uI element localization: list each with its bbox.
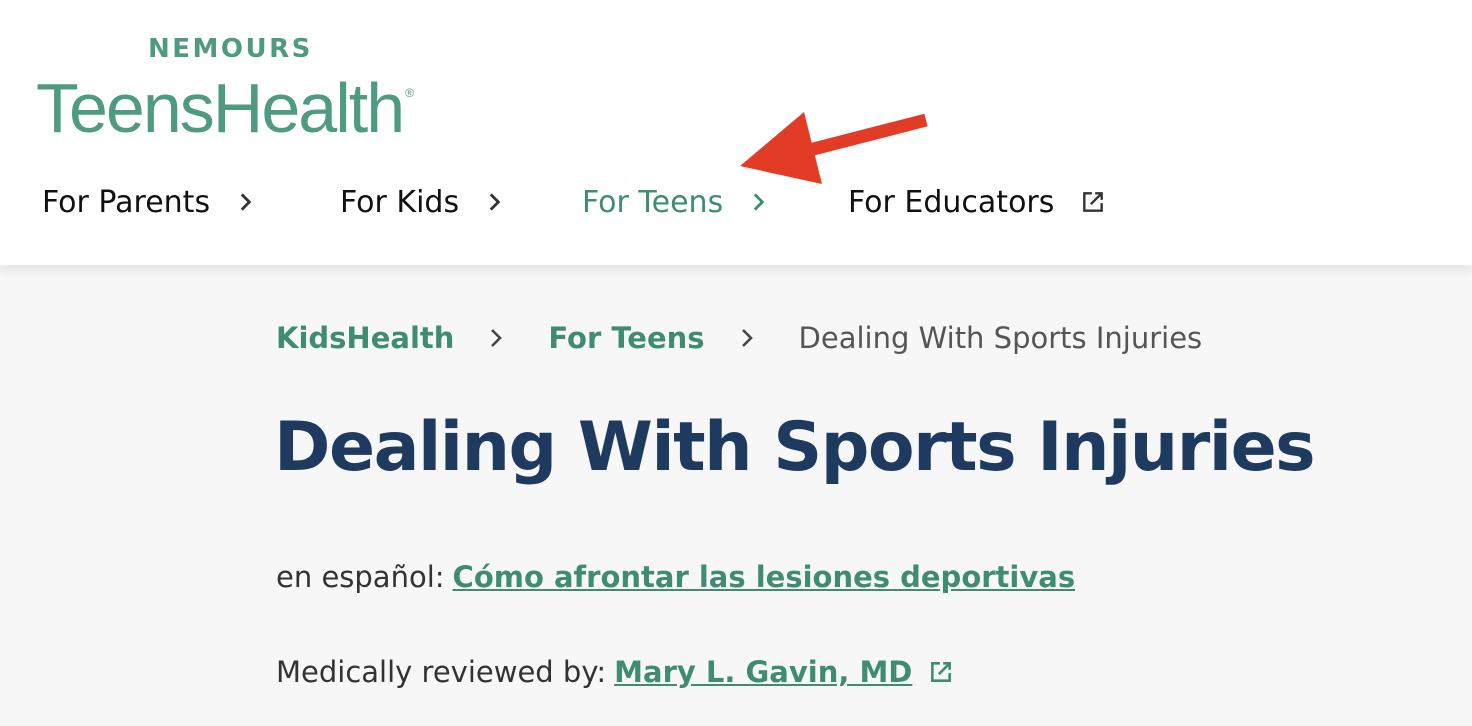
registered-mark: ® (405, 86, 414, 100)
breadcrumb: KidsHealth For Teens Dealing With Sports… (276, 318, 1202, 358)
breadcrumb-current: Dealing With Sports Injuries (798, 321, 1203, 355)
nav-for-teens[interactable]: For Teens (582, 182, 771, 222)
chevron-right-icon (741, 329, 753, 347)
nav-for-kids[interactable]: For Kids (340, 182, 507, 222)
reviewer-link[interactable]: Mary L. Gavin, MD (614, 655, 912, 689)
reviewed-prefix: Medically reviewed by: (276, 655, 607, 689)
spanish-prefix: en español: (276, 560, 445, 594)
nav-label: For Parents (42, 184, 211, 220)
chevron-right-icon (489, 193, 501, 211)
breadcrumb-for-teens[interactable]: For Teens (548, 321, 704, 355)
chevron-right-icon (240, 193, 252, 211)
site-header: NEMOURS TeensHealth ® For Parents For Kid… (0, 0, 1472, 265)
nav-label: For Educators (848, 184, 1055, 220)
page-title: Dealing With Sports Injuries (274, 408, 1316, 487)
spanish-version-line: en español: Cómo afrontar las lesiones d… (276, 557, 1075, 597)
red-arrow-annotation (740, 112, 928, 184)
chevron-right-icon (491, 329, 503, 347)
teenshealth-logo[interactable]: TeensHealth ® (36, 68, 414, 148)
teenshealth-logo-text: TeensHealth (36, 69, 405, 147)
nav-label: For Kids (340, 184, 460, 220)
nav-label: For Teens (582, 184, 724, 220)
chevron-right-icon (753, 193, 765, 211)
nav-for-parents[interactable]: For Parents (42, 182, 258, 222)
spanish-version-link[interactable]: Cómo afrontar las lesiones deportivas (453, 560, 1076, 594)
external-link-icon (1083, 192, 1104, 212)
nav-for-educators[interactable]: For Educators (848, 182, 1106, 222)
external-link-icon[interactable] (928, 659, 954, 685)
breadcrumb-kidshealth[interactable]: KidsHealth (276, 321, 454, 355)
reviewed-by-line: Medically reviewed by: Mary L. Gavin, MD (276, 652, 954, 692)
nemours-logo[interactable]: NEMOURS (148, 34, 313, 64)
